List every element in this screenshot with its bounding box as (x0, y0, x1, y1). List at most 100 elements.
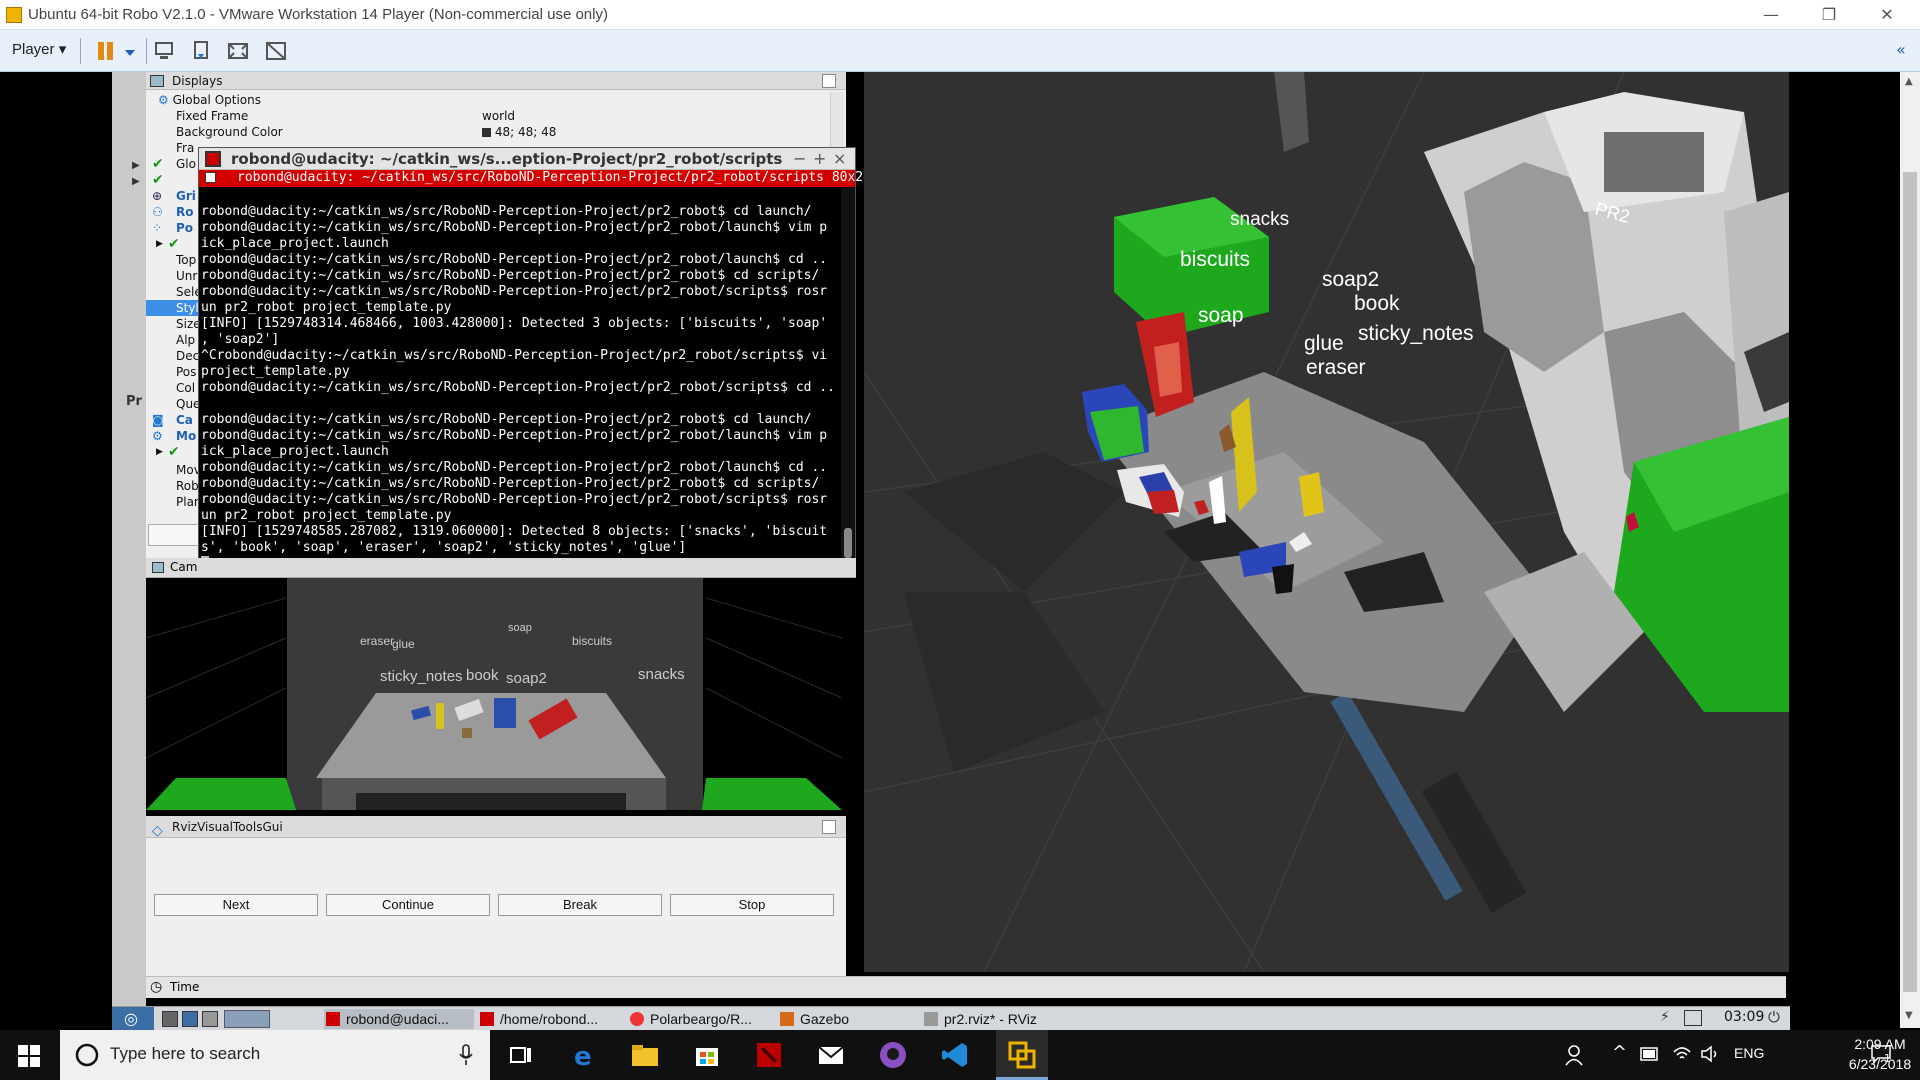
continue-button[interactable]: Continue (326, 894, 490, 916)
terminal-output[interactable]: robond@udacity:~/catkin_ws/src/RoboND-Pe… (201, 204, 841, 574)
tree-item[interactable]: Fra (176, 140, 194, 156)
check-icon[interactable]: ✔ (152, 172, 164, 188)
break-button[interactable]: Break (498, 894, 662, 916)
tree-item[interactable]: Top (176, 252, 196, 268)
check-icon[interactable]: ✔ (168, 236, 180, 252)
scroll-up-icon[interactable]: ▲ (1905, 76, 1913, 87)
tree-item[interactable]: Ca (176, 412, 193, 428)
windows-start-icon[interactable] (18, 1045, 40, 1067)
tree-item[interactable]: Ro (176, 204, 193, 220)
file-explorer-icon[interactable] (630, 1040, 660, 1070)
tree-item[interactable]: Unr (176, 268, 197, 284)
stop-button[interactable]: Stop (670, 894, 834, 916)
unity-mode-icon[interactable] (264, 39, 288, 63)
next-button[interactable]: Next (154, 894, 318, 916)
background-color-value[interactable]: 48; 48; 48 (482, 124, 556, 140)
power-icon[interactable]: ⚡ (1660, 1009, 1670, 1025)
minimize-button[interactable]: — (1748, 2, 1794, 28)
scroll-down-icon[interactable]: ▼ (1905, 1010, 1913, 1021)
file-manager-icon[interactable] (162, 1011, 178, 1027)
expand-arrow-icon[interactable]: ▶ (156, 444, 163, 460)
task-rviz[interactable]: pr2.rviz* - RViz (922, 1009, 1072, 1029)
action-center-button[interactable]: 1 (1870, 1044, 1892, 1065)
vscode-icon[interactable] (940, 1040, 970, 1070)
fixed-frame-value[interactable]: world (482, 108, 515, 124)
task-gazebo[interactable]: Gazebo (778, 1009, 908, 1029)
volume-icon[interactable] (1700, 1044, 1720, 1064)
app-red-icon[interactable] (754, 1040, 784, 1070)
collapse-toolbar-icon[interactable]: « (1896, 40, 1906, 59)
vm-scrollbar[interactable]: ▲ ▼ (1900, 72, 1920, 1028)
global-options-row[interactable]: ⚙ Global Options (158, 92, 261, 108)
chevron-up-icon[interactable]: ^ (1612, 1042, 1627, 1063)
github-icon[interactable] (878, 1040, 908, 1070)
removable-devices-icon[interactable] (190, 39, 214, 63)
task-file-manager[interactable]: /home/robond... (478, 1009, 628, 1029)
vmware-taskbar-item[interactable] (996, 1030, 1048, 1080)
full-screen-icon[interactable] (226, 39, 250, 63)
people-icon[interactable] (1564, 1044, 1584, 1066)
check-icon[interactable]: ✔ (168, 444, 180, 460)
send-ctrl-alt-del-icon[interactable] (152, 39, 176, 63)
battery-icon[interactable] (1640, 1047, 1660, 1061)
network-icon[interactable] (1684, 1010, 1702, 1026)
pause-dropdown-icon[interactable] (124, 48, 136, 58)
restore-button[interactable]: ❐ (1806, 2, 1852, 28)
undock-checkbox[interactable] (822, 74, 836, 88)
tree-item[interactable]: Col (176, 380, 195, 396)
close-button[interactable]: ✕ (1864, 2, 1910, 28)
expand-arrow-icon[interactable]: ▶ (156, 236, 163, 252)
terminal-tab[interactable]: robond@udacity: ~/catkin_ws/src/RoboND-P… (199, 170, 871, 187)
terminal-title-bar[interactable]: robond@udacity: ~/catkin_ws/s...eption-P… (199, 148, 855, 170)
task-view-icon[interactable] (506, 1040, 536, 1070)
task-browser[interactable]: Polarbeargo/R... (628, 1009, 778, 1029)
terminal-minimize-button[interactable]: − (793, 149, 806, 168)
windows-search-box[interactable]: Type here to search (60, 1030, 490, 1080)
notification-count: 1 (1884, 1052, 1891, 1065)
player-menu[interactable]: Player ▾ (12, 40, 66, 58)
chevron-down-icon: ▾ (58, 41, 67, 58)
undock-checkbox[interactable] (822, 820, 836, 834)
terminal-window[interactable]: robond@udacity: ~/catkin_ws/s...eption-P… (198, 147, 871, 575)
scrollbar-thumb[interactable] (844, 528, 852, 558)
time-title: Time (170, 980, 200, 994)
rviz-3d-view[interactable]: PR2 snacks biscuits soap2 book soap stic… (864, 72, 1789, 972)
shutdown-icon[interactable]: ⏻ (1768, 1008, 1780, 1026)
edge-icon[interactable]: e (570, 1040, 600, 1070)
terminal-scrollbar[interactable] (841, 188, 855, 574)
tree-item[interactable]: Rob (176, 478, 199, 494)
desktop-icon[interactable] (202, 1011, 218, 1027)
tree-item[interactable]: Glo (176, 156, 196, 172)
tree-item[interactable]: Sele (176, 284, 198, 300)
wifi-icon[interactable] (1672, 1044, 1692, 1064)
tree-item[interactable]: Mo (176, 428, 196, 444)
pause-icon[interactable] (94, 39, 118, 63)
tree-item[interactable]: Dec (176, 348, 198, 364)
mail-icon[interactable] (816, 1040, 846, 1070)
microphone-icon[interactable] (458, 1044, 474, 1066)
terminal-maximize-button[interactable]: + (813, 149, 826, 168)
store-icon[interactable] (692, 1040, 722, 1070)
tree-item[interactable]: Po (176, 220, 193, 236)
browser-icon[interactable] (182, 1011, 198, 1027)
terminal-line: robond@udacity:~/catkin_ws/src/RoboND-Pe… (201, 220, 828, 235)
lx-clock[interactable]: 03:09 (1724, 1009, 1764, 1025)
scrollbar-thumb[interactable] (1903, 172, 1917, 992)
tree-item[interactable]: Alp (176, 332, 195, 348)
language-indicator[interactable]: ENG (1734, 1045, 1764, 1061)
start-menu-button[interactable]: ◎ (112, 1007, 154, 1031)
tree-item[interactable]: Que (176, 396, 198, 412)
workspace-pager[interactable] (224, 1010, 270, 1028)
monitor-icon (150, 75, 164, 87)
tree-item[interactable]: Gri (176, 188, 196, 204)
tree-item[interactable]: Pos (176, 364, 196, 380)
expand-arrow-icon[interactable]: ▶ (132, 176, 140, 187)
check-icon[interactable]: ✔ (152, 156, 164, 172)
expand-arrow-icon[interactable]: ▶ (132, 160, 140, 171)
tree-item-selected[interactable]: Styl (146, 300, 198, 316)
terminal-close-button[interactable]: × (833, 149, 846, 168)
task-terminal[interactable]: robond@udaci... (324, 1009, 474, 1029)
camera-view[interactable]: eraser glue soap biscuits sticky_notes b… (146, 578, 842, 810)
tree-item[interactable]: Size (176, 316, 198, 332)
